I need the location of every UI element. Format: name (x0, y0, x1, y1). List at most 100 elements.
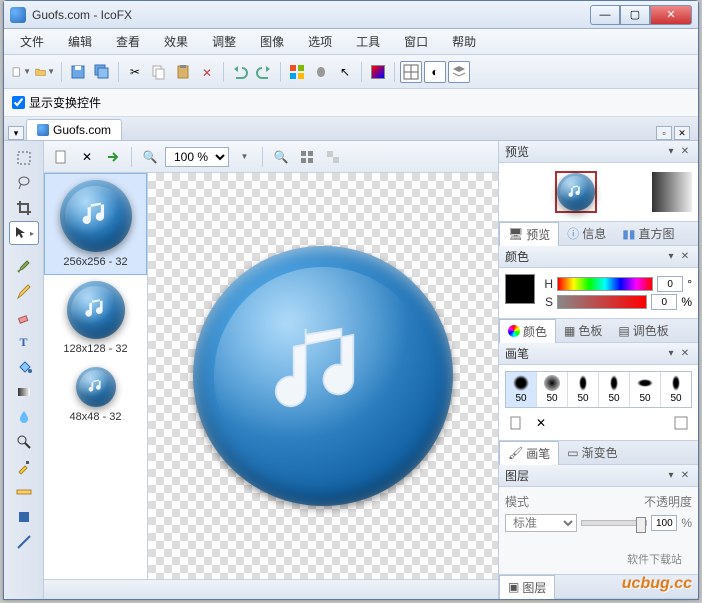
zoom-fit-button[interactable]: ▼ (233, 146, 255, 168)
layer-tab[interactable]: ▣图层 (499, 575, 555, 599)
fill-tool[interactable] (10, 356, 38, 378)
show-transform-checkbox[interactable] (12, 96, 25, 109)
canvas[interactable] (148, 173, 498, 579)
delete-button[interactable]: ✕ (196, 61, 218, 83)
delete-size-button[interactable]: ✕ (76, 146, 98, 168)
brush-tab[interactable]: 🖌画笔 (499, 441, 559, 465)
sat-slider[interactable] (557, 295, 647, 309)
menu-adjust[interactable]: 调整 (202, 30, 246, 53)
size-item-128[interactable]: 128x128 - 32 (44, 275, 147, 361)
copy-button[interactable] (148, 61, 170, 83)
export-size-button[interactable] (102, 146, 124, 168)
close-tab-button[interactable]: ✕ (674, 126, 690, 140)
blur-tool[interactable] (10, 406, 38, 428)
line-tool[interactable] (10, 531, 38, 553)
new-button[interactable]: ▼ (10, 61, 32, 83)
icon-size-list[interactable]: 256x256 - 32 128x128 - 32 48x48 - 32 (44, 173, 148, 579)
crop-tool[interactable] (10, 197, 38, 219)
menu-file[interactable]: 文件 (10, 30, 54, 53)
brush-preset-5[interactable]: 50 (630, 372, 661, 407)
zoom-tool-button[interactable]: 🔍 (270, 146, 292, 168)
grid-view-button[interactable] (296, 146, 318, 168)
zoom-select[interactable]: 100 % (165, 147, 229, 167)
brush-menu-button[interactable]: ▾ (664, 347, 678, 361)
marquee-tool[interactable] (10, 147, 38, 169)
open-button[interactable]: ▼ (34, 61, 56, 83)
blend-mode-select[interactable]: 标准 (505, 514, 577, 532)
brush-new-button[interactable] (505, 412, 527, 434)
titlebar[interactable]: Guofs.com - IcoFX — ▢ ✕ (4, 1, 698, 29)
hue-input[interactable] (657, 276, 683, 292)
brush-preset-3[interactable]: 50 (568, 372, 599, 407)
sat-input[interactable] (651, 294, 677, 310)
layer-menu-button[interactable]: ▾ (664, 469, 678, 483)
size-item-48[interactable]: 48x48 - 32 (44, 361, 147, 429)
eraser-tool[interactable] (10, 306, 38, 328)
layers-toggle-button[interactable] (448, 61, 470, 83)
paste-button[interactable] (172, 61, 194, 83)
hue-slider[interactable] (557, 277, 653, 291)
apple-icon-button[interactable] (310, 61, 332, 83)
menu-help[interactable]: 帮助 (442, 30, 486, 53)
opacity-slider[interactable] (581, 520, 647, 526)
menu-tools[interactable]: 工具 (346, 30, 390, 53)
zoom-button[interactable]: 🔍 (139, 146, 161, 168)
save-all-button[interactable] (91, 61, 113, 83)
mask-button[interactable]: ◐ (424, 61, 446, 83)
mixer-tab[interactable]: ▤调色板 (610, 319, 676, 342)
transparency-button[interactable] (322, 146, 344, 168)
histogram-tab[interactable]: ▮▮直方图 (614, 222, 682, 245)
tabs-menu-button[interactable]: ▾ (8, 126, 24, 140)
maximize-button[interactable]: ▢ (620, 5, 650, 25)
menu-window[interactable]: 窗口 (394, 30, 438, 53)
cut-button[interactable]: ✂ (124, 61, 146, 83)
brush-tool[interactable] (10, 256, 38, 278)
minimize-button[interactable]: — (590, 5, 620, 25)
eyedropper-tool[interactable] (10, 456, 38, 478)
foreground-swatch[interactable] (505, 274, 535, 304)
brush-close-button[interactable]: ✕ (678, 347, 692, 361)
undo-button[interactable] (229, 61, 251, 83)
menu-edit[interactable]: 编辑 (58, 30, 102, 53)
dodge-tool[interactable] (10, 431, 38, 453)
brush-preset-2[interactable]: 50 (537, 372, 568, 407)
gradient-tool[interactable] (10, 381, 38, 403)
redo-button[interactable] (253, 61, 275, 83)
lasso-tool[interactable] (10, 172, 38, 194)
gradient-tab[interactable]: ▭渐变色 (559, 441, 625, 464)
grid-toggle-button[interactable] (400, 61, 422, 83)
ruler-tool[interactable] (10, 481, 38, 503)
preview-menu-button[interactable]: ▾ (664, 145, 678, 159)
color-close-button[interactable]: ✕ (678, 250, 692, 264)
restore-tab-button[interactable]: ▫ (656, 126, 672, 140)
color-picker-button[interactable] (367, 61, 389, 83)
color-menu-button[interactable]: ▾ (664, 250, 678, 264)
cursor-button[interactable]: ↖ (334, 61, 356, 83)
swatches-tab[interactable]: ▦色板 (556, 319, 610, 342)
menu-effects[interactable]: 效果 (154, 30, 198, 53)
save-button[interactable] (67, 61, 89, 83)
menu-options[interactable]: 选项 (298, 30, 342, 53)
close-button[interactable]: ✕ (650, 5, 692, 25)
brush-delete-button[interactable]: ✕ (530, 412, 552, 434)
text-tool[interactable]: T (10, 331, 38, 353)
opacity-input[interactable] (651, 515, 677, 531)
brush-preset-4[interactable]: 50 (599, 372, 630, 407)
menu-view[interactable]: 查看 (106, 30, 150, 53)
new-size-button[interactable] (50, 146, 72, 168)
brush-preset-1[interactable]: 50 (506, 372, 537, 407)
shape-tool[interactable] (10, 506, 38, 528)
windows-icon-button[interactable] (286, 61, 308, 83)
pencil-tool[interactable] (10, 281, 38, 303)
color-tab[interactable]: 颜色 (499, 319, 556, 343)
preview-close-button[interactable]: ✕ (678, 145, 692, 159)
size-item-256[interactable]: 256x256 - 32 (44, 173, 147, 275)
preview-tab[interactable]: 🖥预览 (499, 222, 559, 246)
brush-options-button[interactable] (670, 412, 692, 434)
info-tab[interactable]: ⓘ信息 (559, 222, 614, 245)
move-tool[interactable]: ▸ (10, 222, 38, 244)
document-tab[interactable]: Guofs.com (26, 119, 122, 140)
menu-image[interactable]: 图像 (250, 30, 294, 53)
layer-close-button[interactable]: ✕ (678, 469, 692, 483)
brush-preset-6[interactable]: 50 (661, 372, 691, 407)
